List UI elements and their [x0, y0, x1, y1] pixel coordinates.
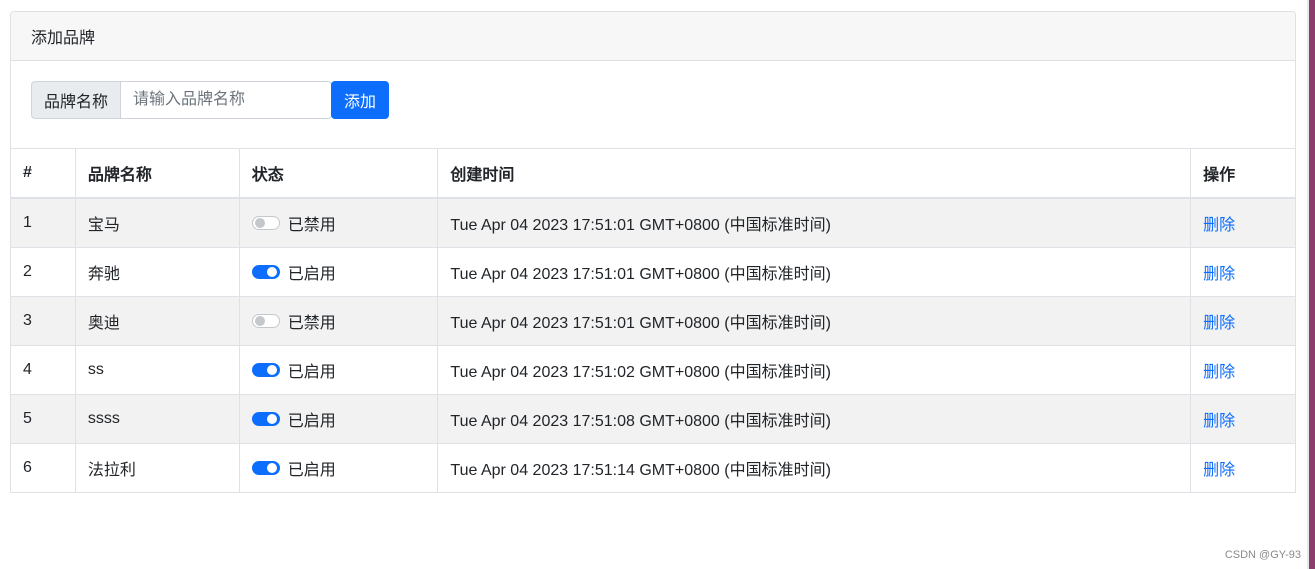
- cell-operation: 删除: [1190, 394, 1296, 444]
- header-status: 状态: [238, 148, 439, 199]
- cell-id: 5: [10, 394, 76, 444]
- cell-created-time: Tue Apr 04 2023 17:51:02 GMT+0800 (中国标准时…: [437, 345, 1192, 395]
- add-brand-card: 添加品牌 品牌名称 添加: [10, 11, 1296, 149]
- status-label[interactable]: 已启用: [288, 456, 336, 480]
- header-id: #: [10, 148, 76, 199]
- brand-table: # 品牌名称 状态 创建时间 操作 1 宝马 已禁用 Tue Apr 04 2023 …: [10, 148, 1296, 493]
- cell-created-time: Tue Apr 04 2023 17:51:01 GMT+0800 (中国标准时…: [437, 296, 1192, 346]
- cell-status: 已启用: [238, 247, 439, 297]
- cell-operation: 删除: [1190, 443, 1296, 493]
- table-header-row: # 品牌名称 状态 创建时间 操作: [10, 148, 1296, 199]
- status-toggle[interactable]: [251, 216, 280, 230]
- cell-id: 2: [10, 247, 76, 297]
- toggle-knob: [254, 316, 265, 326]
- cell-status: 已禁用: [238, 197, 439, 248]
- cell-brand-name: ss: [74, 345, 240, 395]
- delete-link[interactable]: 删除: [1203, 462, 1235, 479]
- delete-link[interactable]: 删除: [1203, 315, 1235, 332]
- card-body: 品牌名称 添加: [11, 61, 1295, 149]
- table-row: 3 奥迪 已禁用 Tue Apr 04 2023 17:51:01 GMT+0800 …: [10, 296, 1296, 346]
- cell-created-time: Tue Apr 04 2023 17:51:08 GMT+0800 (中国标准时…: [437, 394, 1192, 444]
- brand-name-prefix: 品牌名称: [31, 81, 121, 119]
- cell-id: 4: [10, 345, 76, 395]
- status-label[interactable]: 已启用: [288, 358, 336, 382]
- cell-brand-name: 奥迪: [74, 296, 240, 346]
- table-row: 4 ss 已启用 Tue Apr 04 2023 17:51:02 GMT+0800 …: [10, 345, 1296, 395]
- status-toggle[interactable]: [251, 314, 280, 328]
- status-label[interactable]: 已启用: [288, 260, 336, 284]
- toggle-knob: [266, 365, 277, 375]
- table-row: 5 ssss 已启用 Tue Apr 04 2023 17:51:08 GMT+080…: [10, 394, 1296, 444]
- toggle-knob: [266, 414, 277, 424]
- cell-operation: 删除: [1190, 296, 1296, 346]
- delete-link[interactable]: 删除: [1203, 266, 1235, 283]
- cell-operation: 删除: [1190, 247, 1296, 297]
- cell-brand-name: ssss: [74, 394, 240, 444]
- cell-brand-name: 奔驰: [74, 247, 240, 297]
- cell-status: 已启用: [238, 394, 439, 444]
- add-button[interactable]: 添加: [331, 81, 389, 119]
- cell-status: 已启用: [238, 345, 439, 395]
- table-body: 1 宝马 已禁用 Tue Apr 04 2023 17:51:01 GMT+0800 …: [10, 197, 1296, 493]
- header-name: 品牌名称: [74, 148, 240, 199]
- table-row: 2 奔驰 已启用 Tue Apr 04 2023 17:51:01 GMT+0800 …: [10, 247, 1296, 297]
- cell-brand-name: 法拉利: [74, 443, 240, 493]
- toggle-knob: [266, 267, 277, 277]
- cell-created-time: Tue Apr 04 2023 17:51:01 GMT+0800 (中国标准时…: [437, 247, 1192, 297]
- status-label[interactable]: 已启用: [288, 407, 336, 431]
- status-label[interactable]: 已禁用: [288, 211, 336, 235]
- status-toggle[interactable]: [251, 265, 280, 279]
- table-row: 1 宝马 已禁用 Tue Apr 04 2023 17:51:01 GMT+0800 …: [10, 197, 1296, 248]
- header-time: 创建时间: [437, 148, 1192, 199]
- window-edge: [1309, 0, 1315, 569]
- toggle-knob: [266, 463, 277, 473]
- status-toggle[interactable]: [251, 412, 280, 426]
- cell-id: 1: [10, 197, 76, 248]
- delete-link[interactable]: 删除: [1203, 364, 1235, 381]
- delete-link[interactable]: 删除: [1203, 413, 1235, 430]
- delete-link[interactable]: 删除: [1203, 217, 1235, 234]
- cell-status: 已禁用: [238, 296, 439, 346]
- table-row: 6 法拉利 已启用 Tue Apr 04 2023 17:51:14 GMT+0800…: [10, 443, 1296, 493]
- brand-name-input[interactable]: [121, 81, 332, 119]
- status-label[interactable]: 已禁用: [288, 309, 336, 333]
- credit-watermark: CSDN @GY-93: [1224, 549, 1301, 561]
- status-toggle[interactable]: [251, 363, 280, 377]
- cell-operation: 删除: [1190, 197, 1296, 248]
- toggle-knob: [254, 218, 265, 228]
- card-title: 添加品牌: [31, 30, 96, 47]
- cell-created-time: Tue Apr 04 2023 17:51:14 GMT+0800 (中国标准时…: [437, 443, 1192, 493]
- cell-created-time: Tue Apr 04 2023 17:51:01 GMT+0800 (中国标准时…: [437, 197, 1192, 248]
- header-op: 操作: [1190, 148, 1296, 199]
- cell-id: 6: [10, 443, 76, 493]
- cell-status: 已启用: [238, 443, 439, 493]
- status-toggle[interactable]: [251, 461, 280, 475]
- cell-id: 3: [10, 296, 76, 346]
- card-header: 添加品牌: [11, 12, 1295, 61]
- cell-operation: 删除: [1190, 345, 1296, 395]
- brand-input-group: 品牌名称: [31, 81, 332, 119]
- cell-brand-name: 宝马: [74, 197, 240, 248]
